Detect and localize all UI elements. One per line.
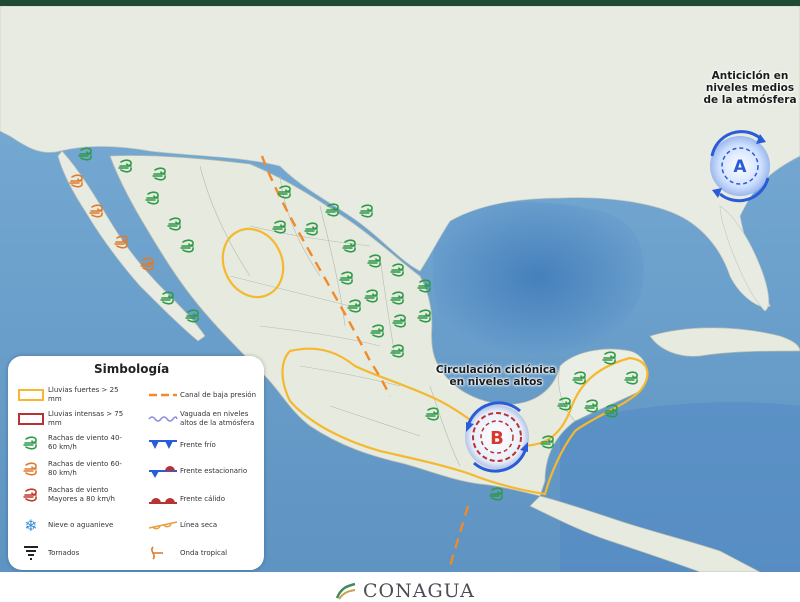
legend-item-heavy-rain: Lluvias fuertes > 25 mm bbox=[14, 384, 128, 406]
legend-item-tornado: Tornados bbox=[14, 542, 128, 564]
cold-front-icon bbox=[146, 434, 180, 456]
legend-label: Tornados bbox=[48, 548, 80, 557]
legend-item-stationary-front: Frente estacionario bbox=[146, 460, 260, 482]
scalloped-trough-icon bbox=[146, 408, 180, 430]
tornado-icon bbox=[14, 542, 48, 564]
legend-item-snow: ❄ Nieve o aguanieve bbox=[14, 514, 128, 536]
legend-item-warm-front: Frente cálido bbox=[146, 488, 260, 510]
legend-label: Frente frío bbox=[180, 440, 216, 449]
green-wind-gust-icon bbox=[14, 432, 48, 454]
orange-dashed-line-icon bbox=[146, 384, 180, 406]
conagua-logo: CONAGUA bbox=[335, 580, 475, 602]
legend-label: Vaguada en niveles altos de la atmósfera bbox=[180, 410, 255, 427]
legend-label: Línea seca bbox=[180, 520, 218, 529]
red-rectangle-icon bbox=[14, 408, 48, 430]
legend-label: Lluvias intensas > 75 mm bbox=[48, 410, 124, 427]
red-wind-gust-icon bbox=[14, 484, 48, 506]
yellow-rectangle-icon bbox=[14, 384, 48, 406]
legend-label: Frente estacionario bbox=[180, 466, 248, 475]
legend-item-green-gust: Rachas de viento 40-60 km/h bbox=[14, 432, 128, 454]
legend-item-intense-rain: Lluvias intensas > 75 mm bbox=[14, 408, 128, 430]
legend-label: Frente cálido bbox=[180, 494, 226, 503]
anticyclone-symbol: A bbox=[710, 130, 770, 203]
conagua-emblem-icon bbox=[335, 582, 356, 600]
legend-label: Lluvias fuertes > 25 mm bbox=[48, 386, 119, 403]
legend-title: Simbología bbox=[94, 362, 170, 376]
anticyclone-label: Anticiclón en niveles medios de la atmós… bbox=[703, 70, 797, 106]
gulf-of-mexico bbox=[433, 201, 644, 353]
legend-panel: Simbología Lluvias fuertes > 25 mm Lluvi… bbox=[8, 356, 264, 570]
legend-item-low-pressure-channel: Canal de baja presión bbox=[146, 384, 260, 406]
cyclonic-circulation-label: Circulación ciclónica en niveles altos bbox=[435, 364, 557, 388]
snowflake-icon: ❄ bbox=[24, 515, 38, 535]
low-pressure-letter: B bbox=[490, 428, 504, 449]
legend-label: Rachas de viento 60-80 km/h bbox=[48, 460, 122, 477]
legend-label: Nieve o aguanieve bbox=[48, 520, 114, 529]
legend-item-tropical-wave: Onda tropical bbox=[146, 542, 260, 564]
dry-line-icon bbox=[146, 514, 180, 536]
legend-label: Onda tropical bbox=[180, 548, 228, 557]
legend-item-dry-line: Línea seca bbox=[146, 514, 260, 536]
legend-label: Rachas de viento Mayores a 80 km/h bbox=[48, 486, 115, 503]
legend-label: Rachas de viento 40-60 km/h bbox=[48, 434, 122, 451]
high-pressure-letter: A bbox=[733, 157, 747, 177]
legend-item-orange-gust: Rachas de viento 60-80 km/h bbox=[14, 458, 128, 480]
legend-item-cold-front: Frente frío bbox=[146, 434, 260, 456]
legend-item-red-gust: Rachas de viento Mayores a 80 km/h bbox=[14, 484, 128, 506]
tropical-wave-icon bbox=[146, 542, 180, 564]
legend-item-upper-trough: Vaguada en niveles altos de la atmósfera bbox=[146, 408, 260, 430]
orange-wind-gust-icon bbox=[14, 458, 48, 480]
legend-label: Canal de baja presión bbox=[180, 390, 257, 399]
warm-front-icon bbox=[146, 488, 180, 510]
stationary-front-icon bbox=[146, 460, 180, 482]
brand-name: CONAGUA bbox=[363, 580, 475, 602]
